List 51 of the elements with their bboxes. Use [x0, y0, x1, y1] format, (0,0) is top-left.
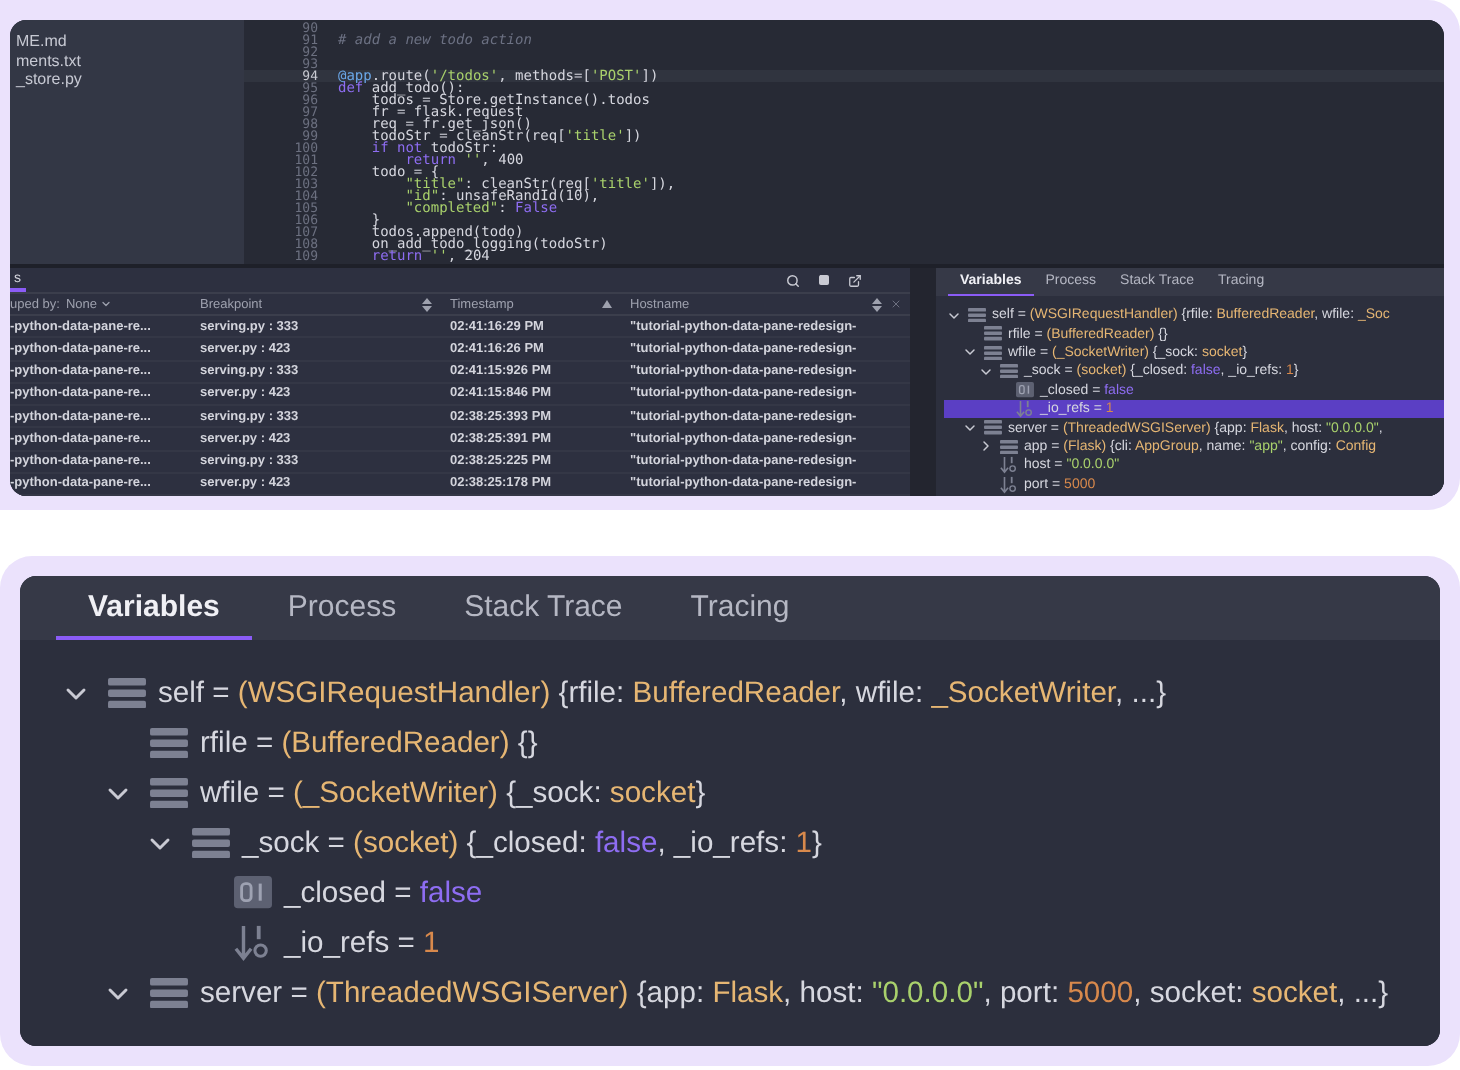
sort-numeric-icon [1000, 475, 1018, 494]
chevron-down-icon[interactable] [961, 344, 977, 361]
panel-tab[interactable]: Process [255, 576, 429, 640]
object-icon [150, 777, 188, 809]
sort-icon[interactable] [872, 297, 882, 312]
panel-tab[interactable]: Stack Trace [432, 576, 655, 640]
variable-text: _sock = (socket) {_closed: false, _io_refs: 1} [242, 827, 822, 859]
file-item[interactable]: _store.py [10, 70, 244, 89]
variable-row[interactable]: _closed = false [56, 868, 1440, 918]
object-icon [984, 326, 1002, 342]
variable-row[interactable]: wfile = (_SocketWriter) {_sock: socket} [56, 768, 1440, 818]
variable-row[interactable]: _io_refs = 1 [56, 918, 1440, 968]
close-icon[interactable] [890, 298, 902, 311]
scrollbar-track[interactable] [910, 268, 936, 496]
variable-text: _io_refs = 1 [284, 927, 440, 959]
sort-numeric-icon [1016, 400, 1034, 419]
external-link-icon[interactable] [848, 273, 862, 287]
variable-text: server = (ThreadedWSGIServer) {app: Flask, host: "0.0.0.0", port: 5000, socket: socket, ...} [200, 977, 1389, 1009]
variable-text: self = (WSGIRequestHandler) {rfile: BufferedReader, wfile: _SocketWriter, ...} [158, 677, 1167, 709]
variable-row[interactable]: self = (WSGIRequestHandler) {rfile: BufferedReader, wfile: _SocketWriter, ...} [56, 668, 1440, 718]
sort-ascending-icon[interactable] [602, 300, 612, 309]
chevron-down-icon[interactable] [977, 363, 993, 380]
object-icon [150, 727, 188, 759]
variable-text: _closed = false [284, 877, 483, 909]
chevron-down-icon[interactable] [945, 307, 961, 324]
file-item[interactable]: ments.txt [10, 51, 244, 70]
variable-row[interactable]: _sock = (socket) {_closed: false, _io_refs: 1} [56, 818, 1440, 868]
variable-row[interactable]: server = (ThreadedWSGIServer) {app: Flask, host: "0.0.0.0", port: 5000, socket: socket, ...} [56, 968, 1440, 1018]
object-icon [108, 677, 146, 709]
object-icon [1000, 439, 1018, 455]
boolean-icon [234, 876, 272, 910]
stop-icon[interactable] [818, 274, 830, 286]
object-icon [1000, 364, 1018, 379]
chevron-right-icon[interactable] [977, 438, 993, 455]
sort-numeric-icon [234, 924, 272, 962]
chevron-down-icon[interactable] [100, 298, 113, 311]
object-icon [150, 977, 188, 1009]
sort-icon[interactable] [422, 297, 432, 312]
sort-numeric-icon [1000, 456, 1018, 475]
search-icon[interactable] [786, 273, 800, 287]
variable-row[interactable]: rfile = (BufferedReader) {} [56, 718, 1440, 768]
file-item[interactable]: ME.md [10, 32, 244, 51]
chevron-down-icon[interactable] [961, 420, 977, 437]
object-icon [984, 420, 1002, 436]
boolean-icon [1016, 382, 1034, 399]
variable-text: wfile = (_SocketWriter) {_sock: socket} [200, 777, 706, 809]
object-icon [968, 308, 986, 323]
panel-tab[interactable]: Tracing [658, 576, 822, 640]
object-icon [984, 345, 1002, 361]
object-icon [192, 827, 230, 859]
variable-text: rfile = (BufferedReader) {} [200, 727, 538, 759]
